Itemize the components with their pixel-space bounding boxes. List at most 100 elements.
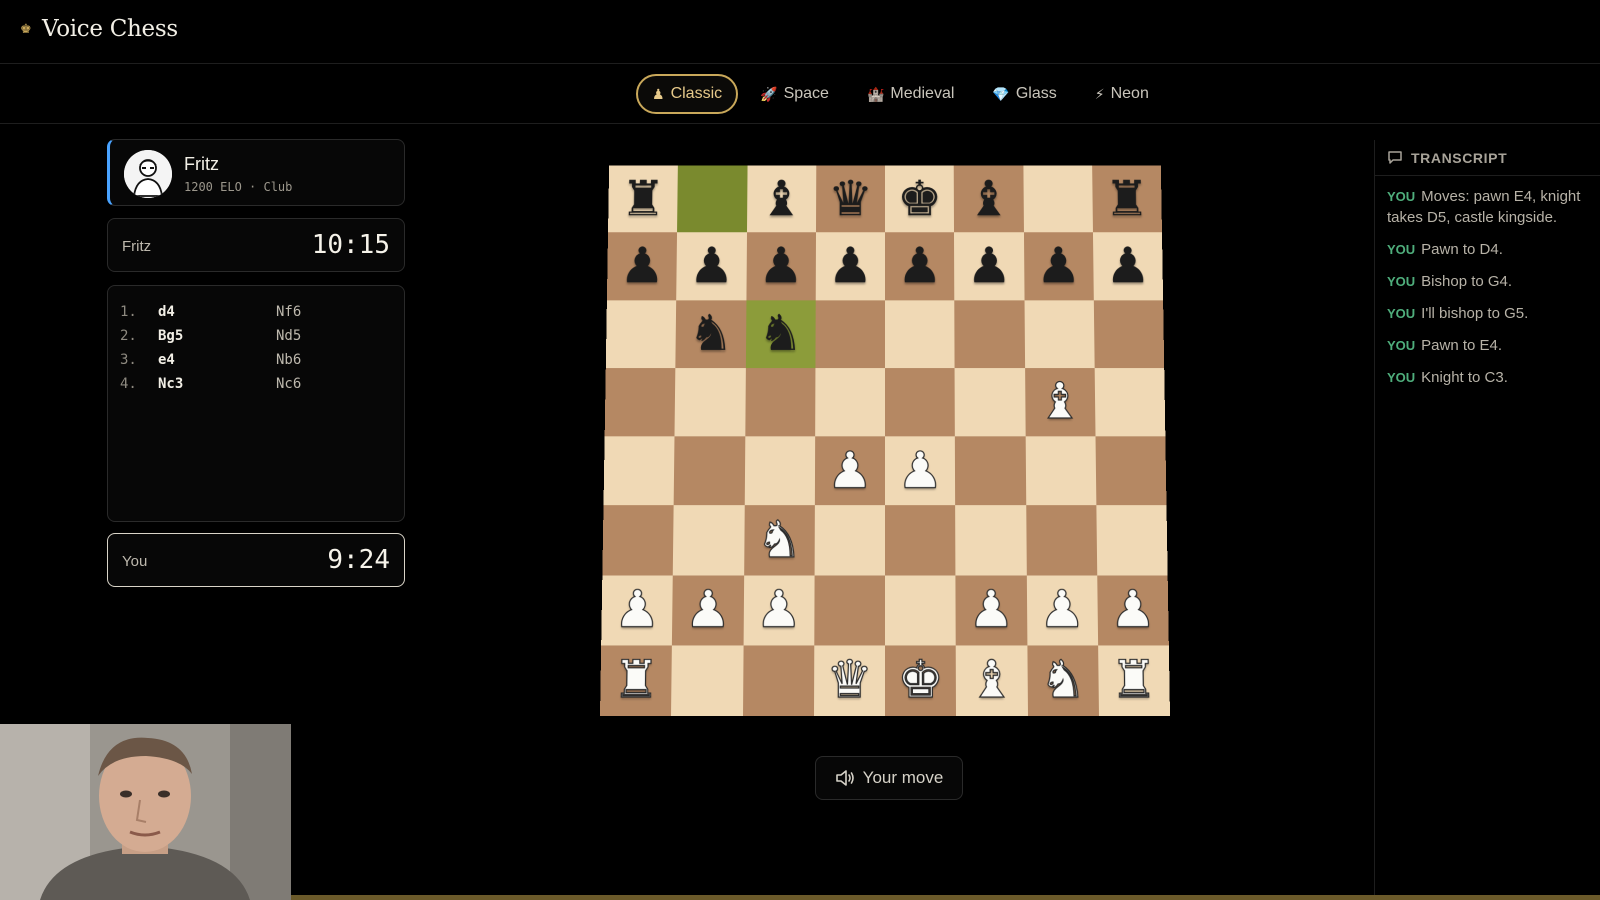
square-d7[interactable]: ♟ (815, 232, 885, 300)
move-number[interactable]: 4. (120, 376, 158, 392)
black-knight-icon[interactable]: ♞ (688, 305, 734, 362)
square-e4[interactable]: ♟ (885, 436, 956, 506)
square-d4[interactable]: ♟ (814, 436, 885, 506)
white-bishop-icon[interactable]: ♝ (968, 650, 1016, 711)
black-move[interactable]: Nc6 (276, 376, 301, 392)
theme-tab-space[interactable]: 🚀 Space (744, 74, 845, 114)
black-rook-icon[interactable]: ♜ (1104, 171, 1150, 227)
app-logo[interactable]: ♚ Voice Chess (20, 16, 178, 42)
white-move[interactable]: d4 (158, 304, 276, 320)
square-e5[interactable] (885, 367, 956, 437)
square-e8[interactable]: ♚ (885, 165, 955, 233)
square-g4[interactable] (1025, 436, 1097, 506)
black-move[interactable]: Nb6 (276, 352, 301, 368)
square-c6[interactable]: ♞ (745, 299, 816, 368)
black-bishop-icon[interactable]: ♝ (966, 171, 1012, 227)
square-c1[interactable] (742, 645, 815, 716)
black-pawn-icon[interactable]: ♟ (966, 238, 1012, 295)
white-rook-icon[interactable]: ♜ (1110, 650, 1159, 711)
white-pawn-icon[interactable]: ♟ (1038, 580, 1086, 640)
square-a6[interactable] (605, 299, 677, 368)
square-c7[interactable]: ♟ (745, 232, 816, 300)
black-king-icon[interactable]: ♚ (897, 171, 942, 227)
square-b7[interactable]: ♟ (676, 232, 747, 300)
square-a8[interactable]: ♜ (608, 165, 679, 233)
square-e1[interactable]: ♚ (885, 645, 957, 716)
theme-tab-medieval[interactable]: 🏰 Medieval (851, 74, 970, 114)
move-number[interactable]: 1. (120, 304, 158, 320)
square-e3[interactable] (885, 505, 956, 576)
square-d2[interactable] (814, 575, 885, 646)
square-b2[interactable]: ♟ (672, 575, 744, 646)
square-h4[interactable] (1095, 436, 1167, 506)
square-h6[interactable] (1093, 299, 1165, 368)
black-pawn-icon[interactable]: ♟ (1105, 238, 1151, 295)
black-move[interactable]: Nd5 (276, 328, 301, 344)
square-a5[interactable] (604, 367, 676, 437)
square-b8[interactable] (677, 165, 748, 233)
square-d3[interactable] (814, 505, 885, 576)
square-g7[interactable]: ♟ (1023, 232, 1094, 300)
black-knight-icon[interactable]: ♞ (757, 305, 803, 362)
white-pawn-icon[interactable]: ♟ (613, 580, 661, 640)
square-a2[interactable]: ♟ (601, 575, 674, 646)
square-f3[interactable] (955, 505, 1027, 576)
square-b6[interactable]: ♞ (675, 299, 746, 368)
white-knight-icon[interactable]: ♞ (1039, 650, 1087, 711)
square-g3[interactable] (1025, 505, 1097, 576)
square-e2[interactable] (885, 575, 956, 646)
white-pawn-icon[interactable]: ♟ (897, 441, 944, 500)
square-f6[interactable] (954, 299, 1025, 368)
square-a3[interactable] (602, 505, 674, 576)
square-f5[interactable] (954, 367, 1026, 437)
white-queen-icon[interactable]: ♛ (825, 650, 873, 711)
white-pawn-icon[interactable]: ♟ (684, 580, 732, 640)
square-f7[interactable]: ♟ (954, 232, 1025, 300)
square-g5[interactable]: ♝ (1024, 367, 1096, 437)
black-rook-icon[interactable]: ♜ (620, 171, 666, 227)
white-knight-icon[interactable]: ♞ (755, 510, 803, 570)
square-g6[interactable] (1024, 299, 1095, 368)
white-pawn-icon[interactable]: ♟ (1109, 580, 1157, 640)
square-g8[interactable] (1022, 165, 1093, 233)
your-move-indicator[interactable]: Your move (815, 756, 963, 800)
square-h7[interactable]: ♟ (1092, 232, 1164, 300)
black-move[interactable]: Nf6 (276, 304, 301, 320)
square-d6[interactable] (815, 299, 885, 368)
square-h5[interactable] (1094, 367, 1166, 437)
white-pawn-icon[interactable]: ♟ (967, 580, 1015, 640)
square-f8[interactable]: ♝ (953, 165, 1024, 233)
black-pawn-icon[interactable]: ♟ (828, 238, 874, 295)
white-move[interactable]: Bg5 (158, 328, 276, 344)
white-move[interactable]: e4 (158, 352, 276, 368)
square-c4[interactable] (744, 436, 815, 506)
square-h1[interactable]: ♜ (1097, 645, 1170, 716)
square-h3[interactable] (1096, 505, 1168, 576)
square-c8[interactable]: ♝ (746, 165, 817, 233)
square-e7[interactable]: ♟ (885, 232, 955, 300)
black-pawn-icon[interactable]: ♟ (619, 238, 665, 295)
square-a1[interactable]: ♜ (600, 645, 673, 716)
white-pawn-icon[interactable]: ♟ (826, 441, 873, 500)
square-d5[interactable] (814, 367, 885, 437)
move-number[interactable]: 3. (120, 352, 158, 368)
black-pawn-icon[interactable]: ♟ (689, 238, 735, 295)
black-queen-icon[interactable]: ♛ (828, 171, 873, 227)
square-b3[interactable] (673, 505, 745, 576)
square-f2[interactable]: ♟ (955, 575, 1027, 646)
square-g2[interactable]: ♟ (1026, 575, 1098, 646)
white-king-icon[interactable]: ♚ (897, 650, 945, 711)
black-pawn-icon[interactable]: ♟ (758, 238, 804, 295)
square-e6[interactable] (885, 299, 955, 368)
square-d8[interactable]: ♛ (815, 165, 885, 233)
square-b5[interactable] (674, 367, 746, 437)
white-rook-icon[interactable]: ♜ (612, 650, 661, 711)
square-d1[interactable]: ♛ (813, 645, 885, 716)
square-h2[interactable]: ♟ (1096, 575, 1169, 646)
move-number[interactable]: 2. (120, 328, 158, 344)
theme-tab-neon[interactable]: ⚡ Neon (1079, 74, 1165, 114)
square-c5[interactable] (744, 367, 816, 437)
square-h8[interactable]: ♜ (1091, 165, 1162, 233)
white-pawn-icon[interactable]: ♟ (755, 580, 803, 640)
white-bishop-icon[interactable]: ♝ (1036, 373, 1084, 432)
